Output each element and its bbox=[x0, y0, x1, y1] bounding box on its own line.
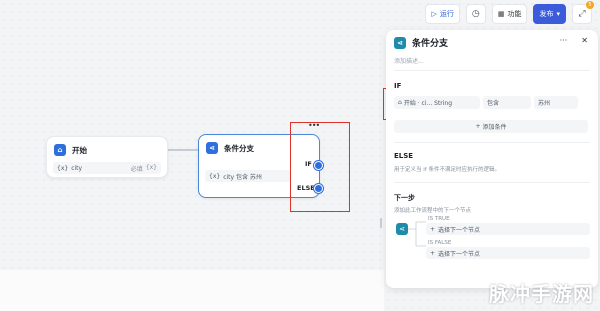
panel-resize-handle[interactable] bbox=[380, 218, 382, 228]
condition-operator-select[interactable]: 包含 bbox=[483, 96, 531, 109]
if-condition-row: ⌂ 开始 · ci... String 包含 苏州 bbox=[394, 96, 582, 109]
false-branch-label: IS FALSE bbox=[428, 240, 452, 246]
close-icon[interactable]: ✕ bbox=[581, 36, 588, 45]
watermark-logo: 脉冲手游网 bbox=[489, 282, 594, 306]
notification-button[interactable]: ⤢ 5 bbox=[572, 1, 594, 24]
condition-summary: {x} city 包含 苏州 bbox=[205, 170, 291, 182]
start-node[interactable]: ⌂ 开始 {x} city 必填 {x} bbox=[46, 136, 168, 178]
expand-icon: ⤢ bbox=[578, 9, 586, 19]
else-section-label: ELSE bbox=[394, 152, 414, 160]
panel-title: 条件分支 bbox=[412, 39, 449, 49]
chevron-down-icon: ▾ bbox=[556, 10, 560, 18]
grid-icon: ▦ bbox=[497, 10, 505, 18]
branch-icon: ⋖ bbox=[206, 142, 218, 154]
function-button[interactable]: ▦ 功能 bbox=[491, 4, 528, 24]
plus-icon: + bbox=[430, 249, 436, 257]
divider bbox=[394, 70, 590, 71]
if-section-label: IF bbox=[394, 82, 402, 90]
divider bbox=[394, 142, 590, 143]
next-step-description: 添加此工作流程中的下一个节点 bbox=[394, 208, 472, 214]
node-settings-panel: ⋖ 条件分支 ··· ✕ 添加描述... IF ⌂ 开始 · ci... Str… bbox=[386, 30, 598, 288]
history-icon[interactable]: ◷ bbox=[465, 4, 486, 24]
start-variable-row: {x} city 必填 {x} bbox=[53, 162, 161, 174]
next-step-label: 下一步 bbox=[394, 194, 415, 202]
run-button[interactable]: ▷ 运行 bbox=[425, 4, 460, 24]
else-description: 用于定义当 if 条件不满足时应执行的逻辑。 bbox=[394, 167, 500, 173]
start-variable-name: city bbox=[71, 164, 83, 172]
plus-icon: + bbox=[475, 123, 481, 130]
notification-badge: 5 bbox=[586, 1, 594, 9]
condition-value-input[interactable]: 苏州 bbox=[534, 96, 578, 109]
condition-variable-select[interactable]: ⌂ 开始 · ci... String bbox=[394, 96, 480, 109]
top-toolbar: ▷ 运行 ◷ ▦ 功能 发布 ▾ ⤢ 5 bbox=[425, 1, 594, 24]
more-icon[interactable]: ··· bbox=[560, 36, 568, 45]
select-next-node-true[interactable]: + 选择下一个节点 bbox=[426, 223, 590, 235]
add-condition-button[interactable]: + 添加条件 bbox=[394, 120, 588, 133]
branch-icon: ⋖ bbox=[396, 223, 408, 235]
home-icon: ⌂ bbox=[398, 99, 402, 106]
condition-node-title: 条件分支 bbox=[224, 143, 254, 153]
publish-button[interactable]: 发布 ▾ bbox=[533, 4, 566, 24]
divider bbox=[394, 182, 590, 183]
description-input[interactable]: 添加描述... bbox=[394, 56, 424, 65]
plus-icon: + bbox=[430, 225, 436, 233]
true-branch-label: IS TRUE bbox=[428, 216, 450, 222]
highlight-box-ports bbox=[290, 122, 350, 212]
start-node-title: 开始 bbox=[72, 145, 87, 155]
select-next-node-false[interactable]: + 选择下一个节点 bbox=[426, 247, 590, 259]
play-icon: ▷ bbox=[431, 10, 437, 18]
home-icon: ⌂ bbox=[54, 144, 66, 156]
branch-connector bbox=[408, 221, 426, 247]
branch-icon: ⋖ bbox=[394, 36, 406, 49]
